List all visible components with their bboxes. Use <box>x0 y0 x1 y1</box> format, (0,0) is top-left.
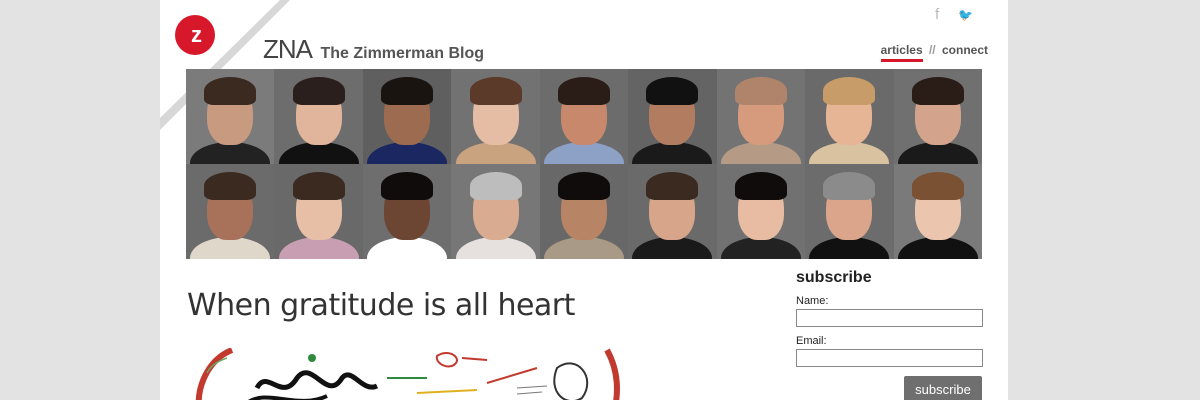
portrait-shoulders <box>367 237 448 259</box>
email-label: Email: <box>796 335 827 347</box>
portrait-shoulders <box>278 142 359 164</box>
facebook-icon[interactable]: f <box>935 6 939 23</box>
portrait-photo <box>274 69 363 164</box>
portrait-photo <box>362 164 452 259</box>
article-image <box>187 348 627 400</box>
portrait-photo <box>893 164 982 259</box>
portrait-hair <box>381 77 434 105</box>
nav-articles[interactable]: articles <box>880 43 923 62</box>
portrait-photo <box>628 69 717 164</box>
portrait-photo <box>186 69 275 164</box>
portrait-photo <box>362 69 452 164</box>
article-title[interactable]: When gratitude is all heart <box>187 288 575 323</box>
portrait-photo <box>716 69 806 164</box>
subscribe-widget: subscribe Name: Email: subscribe <box>796 269 986 400</box>
blog-brand[interactable]: ZNA The Zimmerman Blog <box>263 34 484 65</box>
team-photo-banner <box>186 69 982 259</box>
portrait-shoulders <box>720 237 801 259</box>
portrait-hair <box>823 77 876 105</box>
portrait-hair <box>646 172 699 200</box>
portrait-hair <box>911 77 964 105</box>
portrait-hair <box>292 77 345 105</box>
portrait-photo <box>539 164 629 259</box>
portrait-photo <box>628 164 717 259</box>
portrait-hair <box>469 172 522 200</box>
brand-name: The Zimmerman Blog <box>320 45 485 62</box>
article-image-sketch <box>195 348 620 400</box>
portrait-photo <box>805 164 894 259</box>
portrait-photo <box>539 69 629 164</box>
portrait-hair <box>469 77 522 105</box>
email-input[interactable] <box>796 349 983 367</box>
portrait-hair <box>204 77 257 105</box>
portrait-photo <box>805 69 894 164</box>
portrait-hair <box>204 172 257 200</box>
portrait-shoulders <box>278 237 359 259</box>
portrait-shoulders <box>632 237 713 259</box>
portrait-hair <box>734 77 787 105</box>
portrait-hair <box>381 172 434 200</box>
portrait-shoulders <box>809 237 890 259</box>
portrait-hair <box>823 172 876 200</box>
name-input[interactable] <box>796 309 983 327</box>
nav-separator: // <box>928 43 936 57</box>
portrait-shoulders <box>809 142 890 164</box>
portrait-shoulders <box>543 142 624 164</box>
portrait-hair <box>557 172 610 200</box>
portrait-shoulders <box>190 237 271 259</box>
portrait-shoulders <box>455 237 536 259</box>
twitter-icon[interactable]: 🐦 <box>958 8 973 22</box>
portrait-shoulders <box>543 237 624 259</box>
subscribe-button[interactable]: subscribe <box>904 376 982 400</box>
portrait-hair <box>292 172 345 200</box>
subscribe-heading: subscribe <box>796 269 872 286</box>
portrait-shoulders <box>367 142 448 164</box>
main-nav: articles // connect <box>880 43 988 62</box>
page-container: z f 🐦 ZNA The Zimmerman Blog articles //… <box>160 0 1008 400</box>
nav-connect[interactable]: connect <box>942 43 988 57</box>
portrait-hair <box>911 172 964 200</box>
name-label: Name: <box>796 295 829 307</box>
logo-letter: z <box>191 22 202 47</box>
portrait-photo <box>186 164 275 259</box>
portrait-hair <box>557 77 610 105</box>
brand-short: ZNA <box>263 34 313 64</box>
portrait-photo <box>893 69 982 164</box>
portrait-shoulders <box>720 142 801 164</box>
portrait-photo <box>716 164 806 259</box>
portrait-photo <box>274 164 363 259</box>
portrait-hair <box>734 172 787 200</box>
portrait-shoulders <box>190 142 271 164</box>
portrait-shoulders <box>632 142 713 164</box>
portrait-hair <box>646 77 699 105</box>
portrait-shoulders <box>455 142 536 164</box>
portrait-photo <box>451 69 540 164</box>
portrait-shoulders <box>897 142 978 164</box>
portrait-shoulders <box>897 237 978 259</box>
portrait-photo <box>451 164 540 259</box>
